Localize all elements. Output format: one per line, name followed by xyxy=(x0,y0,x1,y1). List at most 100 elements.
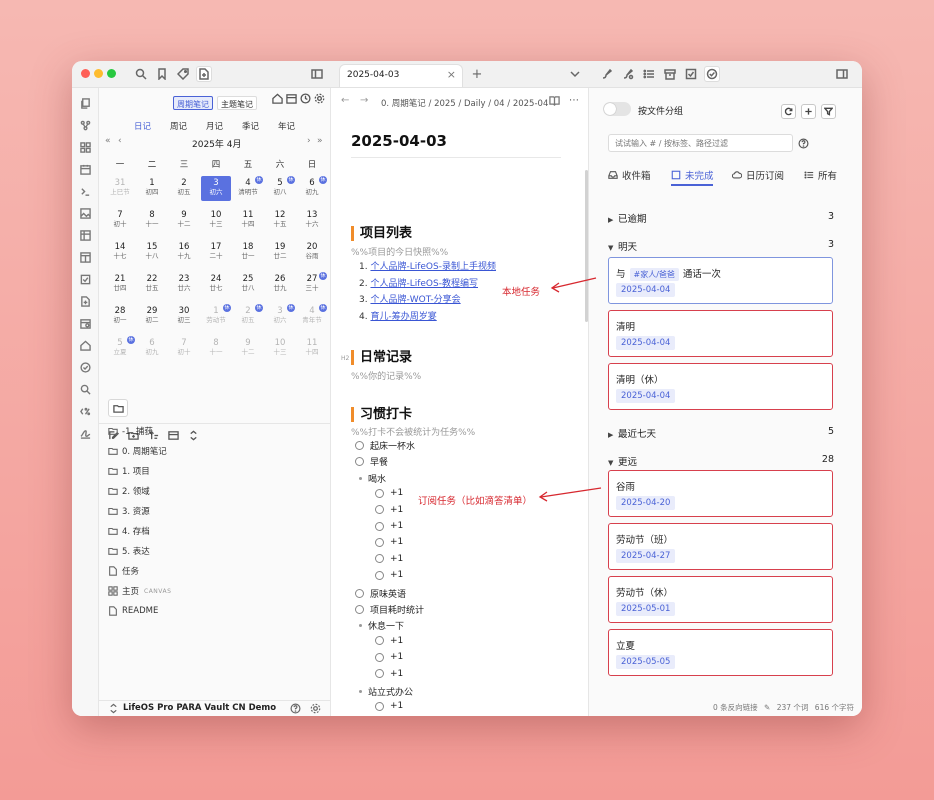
task-date[interactable]: 2025-04-04 xyxy=(616,389,676,403)
comment-records[interactable]: %%你的记录%% xyxy=(351,369,421,382)
chevron-down-icon[interactable] xyxy=(567,66,583,82)
calendar-day[interactable]: 12 十五 xyxy=(265,208,295,233)
calendar-clock-icon[interactable] xyxy=(78,316,92,330)
habit-task[interactable]: +1 xyxy=(375,521,403,531)
calendar-day[interactable]: 28 初一 xyxy=(105,304,135,329)
calendar-day[interactable]: 9 十二 xyxy=(233,336,263,361)
breadcrumb[interactable]: 0. 周期笔记 / 2025 / Daily / 04 / 2025-04 xyxy=(381,97,548,109)
section-later[interactable]: ▼ 更远 28 xyxy=(608,454,834,468)
search-icon[interactable] xyxy=(133,66,149,82)
more-options-icon[interactable]: ⋯ xyxy=(569,95,583,109)
calendar-day[interactable]: 20 谷雨 xyxy=(297,240,327,265)
close-tab-icon[interactable]: × xyxy=(447,68,456,81)
next-year-button[interactable]: » xyxy=(317,136,323,146)
calendar-day[interactable]: 13 十六 xyxy=(297,208,327,233)
checkbox-icon[interactable] xyxy=(78,272,92,286)
habit-task[interactable]: 起床一杯水 xyxy=(355,439,415,452)
calendar-day[interactable]: 29 初二 xyxy=(137,304,167,329)
file-tree-folder[interactable]: 2. 领域 xyxy=(108,484,150,498)
habit-task[interactable]: 原味英语 xyxy=(355,587,406,600)
table-icon[interactable] xyxy=(78,228,92,242)
tag-icon[interactable] xyxy=(175,66,191,82)
brush-icon[interactable] xyxy=(599,66,615,82)
calendar-icon[interactable] xyxy=(78,162,92,176)
project-link-item[interactable]: 3. 个人品牌-WOT-分享会 xyxy=(359,292,461,305)
refresh-button[interactable] xyxy=(781,104,796,119)
calendar-day[interactable]: 11 十四 xyxy=(233,208,263,233)
calendar-day[interactable]: 2 初五休 xyxy=(233,304,263,329)
tab-incomplete[interactable]: 未完成 xyxy=(671,168,714,182)
task-filter-input[interactable] xyxy=(608,134,793,152)
file-copy-icon[interactable] xyxy=(78,96,92,110)
section-overdue[interactable]: ▶ 已逾期 3 xyxy=(608,211,834,225)
pencil-icon[interactable]: ✎ xyxy=(764,703,770,712)
clock-icon[interactable] xyxy=(300,93,312,105)
signature-icon[interactable] xyxy=(78,426,92,440)
terminal-icon[interactable] xyxy=(78,184,92,198)
search-icon[interactable] xyxy=(78,382,92,396)
habit-task[interactable]: +1 xyxy=(375,570,403,580)
file-tree-folder[interactable]: -1. 捕获 xyxy=(108,424,153,438)
calendar-day[interactable]: 6 初九 xyxy=(137,336,167,361)
task-card[interactable]: 劳动节（休） 2025-05-01 xyxy=(608,576,833,623)
topic-notes-toggle[interactable]: 主题笔记 xyxy=(217,96,257,110)
maximize-window-button[interactable] xyxy=(107,69,116,78)
tab-calendar-subscription[interactable]: 日历订阅 xyxy=(732,168,784,182)
calendar-day[interactable]: 10 十三 xyxy=(201,208,231,233)
calendar-day[interactable]: 10 十三 xyxy=(265,336,295,361)
expand-icon[interactable] xyxy=(188,430,200,442)
tab-monthly[interactable]: 月记 xyxy=(206,120,223,132)
project-link[interactable]: 育儿-筹办周岁宴 xyxy=(370,312,436,322)
calendar-day[interactable]: 31 上巳节 xyxy=(105,176,135,201)
task-checkbox[interactable] xyxy=(355,605,364,614)
heading-habits[interactable]: 习惯打卡 xyxy=(351,407,412,422)
check-circle-icon[interactable] xyxy=(78,360,92,374)
bookmark-icon[interactable] xyxy=(154,66,170,82)
calendar-day[interactable]: 23 廿六 xyxy=(169,272,199,297)
task-card[interactable]: 劳动节（班） 2025-04-27 xyxy=(608,523,833,570)
tab-active-note[interactable]: 2025-04-03 × xyxy=(339,64,463,87)
new-tab-icon[interactable]: + xyxy=(469,66,485,82)
file-plus-icon[interactable] xyxy=(78,294,92,308)
habit-task[interactable]: +1 xyxy=(375,488,403,498)
calendar-day[interactable]: 24 廿七 xyxy=(201,272,231,297)
file-tree-folder[interactable]: 5. 表达 xyxy=(108,544,150,558)
calendar-day[interactable]: 4 青年节休 xyxy=(297,304,327,329)
habit-task[interactable]: +1 xyxy=(375,701,403,711)
calendar-day[interactable]: 1 劳动节休 xyxy=(201,304,231,329)
file-tree-file[interactable]: 任务 xyxy=(108,564,139,578)
calendar-day[interactable]: 3 初六休 xyxy=(265,304,295,329)
tab-yearly[interactable]: 年记 xyxy=(278,120,295,132)
task-checkbox[interactable] xyxy=(375,521,384,531)
section-tomorrow[interactable]: ▼ 明天 3 xyxy=(608,239,834,253)
page-title[interactable]: 2025-04-03 xyxy=(351,132,447,150)
gear-icon[interactable] xyxy=(310,703,322,715)
task-card[interactable]: 清明 2025-04-04 xyxy=(608,310,833,357)
task-checkbox[interactable] xyxy=(375,701,384,711)
file-explorer-icon[interactable] xyxy=(196,66,212,82)
calendar-day[interactable]: 2 初五 xyxy=(169,176,199,201)
calendar-icon[interactable] xyxy=(286,93,298,105)
task-checkbox[interactable] xyxy=(375,554,384,564)
project-link[interactable]: 个人品牌-LifeOS-教程编写 xyxy=(370,279,478,289)
task-checkbox[interactable] xyxy=(375,505,384,515)
habit-task[interactable]: +1 xyxy=(375,652,403,662)
code-percent-icon[interactable] xyxy=(78,404,92,418)
calendar-day[interactable]: 9 十二 xyxy=(169,208,199,233)
task-date[interactable]: 2025-04-04 xyxy=(616,283,676,297)
calendar-day[interactable]: 18 廿一 xyxy=(233,240,263,265)
calendar-day[interactable]: 8 十一 xyxy=(137,208,167,233)
group-by-file-toggle[interactable] xyxy=(603,102,631,116)
toggle-right-sidebar-icon[interactable] xyxy=(834,66,850,82)
task-checkbox[interactable] xyxy=(355,588,364,598)
task-checkbox[interactable] xyxy=(375,488,384,498)
calendar-day[interactable]: 15 十八 xyxy=(137,240,167,265)
task-checkbox[interactable] xyxy=(375,537,384,547)
file-tree-folder[interactable]: 4. 存档 xyxy=(108,524,150,538)
calendar-day[interactable]: 11 十四 xyxy=(297,336,327,361)
calendar-day[interactable]: 1 初四 xyxy=(137,176,167,201)
grid-icon[interactable] xyxy=(78,140,92,154)
project-link[interactable]: 个人品牌-LifeOS-录制上手视频 xyxy=(370,262,496,272)
task-card[interactable]: 与 #家人/爸爸 通话一次 2025-04-04 xyxy=(608,257,833,304)
calendar-day[interactable]: 21 廿四 xyxy=(105,272,135,297)
